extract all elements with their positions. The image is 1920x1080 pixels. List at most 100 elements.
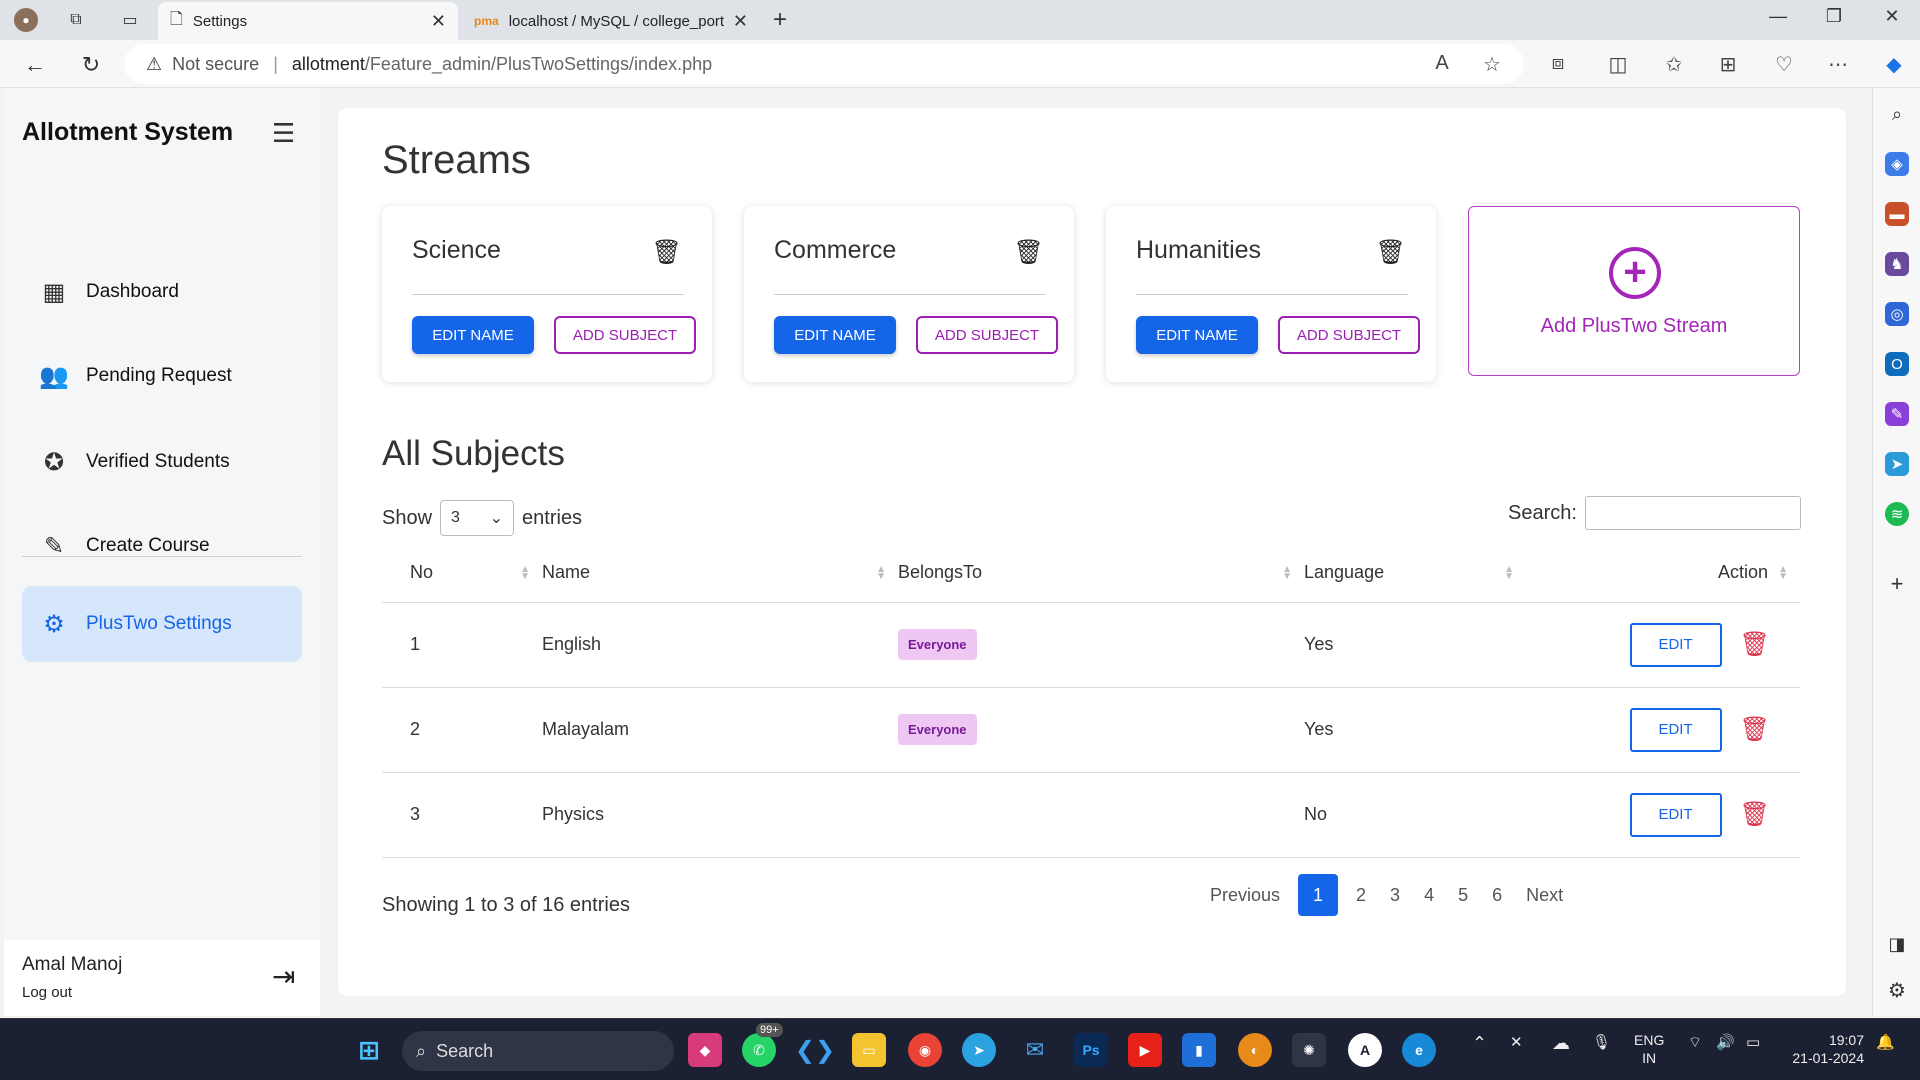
volume-icon[interactable]: 🔊 [1716,1033,1735,1051]
youtube-icon[interactable]: ▶ [1128,1033,1162,1067]
app-icon[interactable]: ▮ [1182,1033,1216,1067]
edit-name-button[interactable]: EDIT NAME [774,316,896,354]
logout-link[interactable]: Log out [22,984,72,1001]
file-explorer-icon[interactable]: ▭ [852,1033,886,1067]
restore-icon[interactable]: ❐ [1814,6,1854,27]
chatgpt-icon[interactable]: ✺ [1292,1033,1326,1067]
page-button-2[interactable]: 2 [1344,885,1378,906]
column-header-action[interactable]: Action ▲ ▼ [1526,544,1800,603]
next-page-button[interactable]: Next [1514,885,1575,906]
games-icon[interactable]: ♞ [1885,252,1909,276]
page-button-3[interactable]: 3 [1378,885,1412,906]
favorites-icon[interactable]: ✩ [1660,52,1688,77]
edit-button[interactable]: EDIT [1629,622,1722,667]
back-icon[interactable]: ← [20,52,50,78]
logout-icon[interactable]: ⇥ [272,960,295,993]
mail-icon[interactable]: ✉ [1018,1033,1052,1067]
delete-icon[interactable]: 🗑 [1740,800,1770,829]
extensions-icon[interactable]: ⧈ [1544,52,1572,75]
new-tab-icon[interactable]: + [768,6,792,33]
column-header-no[interactable]: No ▲ ▼ [382,544,542,603]
sidebar-item-pending-request[interactable]: 👥 Pending Request [22,346,302,406]
add-stream-card[interactable]: + Add PlusTwo Stream [1468,206,1800,376]
hide-sidebar-icon[interactable]: ◨ [1885,932,1909,956]
column-header-belongsto[interactable]: BelongsTo ▲ ▼ [898,544,1304,603]
app-store-icon[interactable]: A [1348,1033,1382,1067]
settings-gear-icon[interactable]: ⚙ [1885,978,1909,1002]
favorite-star-icon[interactable]: ☆ [1478,52,1506,77]
delete-icon[interactable]: 🗑 [1740,630,1770,659]
edit-name-button[interactable]: EDIT NAME [412,316,534,354]
edit-name-button[interactable]: EDIT NAME [1136,316,1258,354]
delete-icon[interactable]: 🗑 [1740,715,1770,744]
add-subject-button[interactable]: ADD SUBJECT [916,316,1058,354]
search-input[interactable] [1584,496,1801,530]
close-tab-icon[interactable]: ✕ [733,11,748,32]
column-header-name[interactable]: Name ▲ ▼ [542,544,898,603]
add-subject-button[interactable]: ADD SUBJECT [554,316,696,354]
language-indicator[interactable]: ENG IN [1634,1031,1664,1067]
page-button-6[interactable]: 6 [1480,885,1514,906]
close-tab-icon[interactable]: ✕ [431,11,446,32]
notification-bell-icon[interactable]: 🔔 [1876,1033,1895,1051]
entries-select[interactable]: 3 ⌄ [440,500,515,536]
page-button-1[interactable]: 1 [1298,874,1339,916]
refresh-icon[interactable]: ↻ [76,52,106,78]
search-icon[interactable]: ⌕ [1885,102,1909,126]
tab-settings[interactable]: 🗋 Settings ✕ [158,2,458,40]
sidebar-item-plustwo-settings[interactable]: ⚙ PlusTwo Settings [22,586,302,662]
chevron-up-icon[interactable]: ⌃ [1472,1033,1487,1054]
chrome-icon[interactable]: ◉ [908,1033,942,1067]
browser-essentials-icon[interactable]: ♡ [1770,52,1798,77]
edit-button[interactable]: EDIT [1629,707,1722,752]
battery-icon[interactable]: ▭ [1746,1033,1760,1051]
url-field[interactable]: ⚠ Not secure | allotment/Feature_admin/P… [124,44,1524,84]
column-header-language[interactable]: Language ▲ ▼ [1304,544,1526,603]
clock[interactable]: 19:07 21-01-2024 [1784,1031,1864,1067]
minimize-icon[interactable]: — [1758,6,1798,27]
spotify-icon[interactable]: ≋ [1885,502,1909,526]
delete-stream-icon[interactable]: 🗑 [1376,238,1406,267]
workspaces-icon[interactable]: ⧉ [64,8,88,32]
onedrive-icon[interactable]: ☁ [1552,1033,1570,1054]
previous-page-button[interactable]: Previous [1198,885,1292,906]
outlook-icon[interactable]: O [1885,352,1909,376]
copilot-icon[interactable]: ◆ [1880,52,1908,77]
edge-icon[interactable]: e [1402,1033,1436,1067]
tab-phpmyadmin[interactable]: pma localhost / MySQL / college_port ✕ [462,2,760,40]
page-button-5[interactable]: 5 [1446,885,1480,906]
tools-icon[interactable]: ▬ [1885,202,1909,226]
delete-stream-icon[interactable]: 🗑 [652,238,682,267]
more-menu-icon[interactable]: ⋯ [1824,52,1852,77]
security-tray-icon[interactable]: ✕ [1510,1033,1523,1051]
telegram-icon[interactable]: ➤ [962,1033,996,1067]
whatsapp-icon[interactable]: ✆ [742,1033,776,1067]
designer-icon[interactable]: ✎ [1885,402,1909,426]
send-icon[interactable]: ➤ [1885,452,1909,476]
microphone-icon[interactable]: 🎙 [1592,1033,1611,1051]
sidebar-item-dashboard[interactable]: ▦ Dashboard [22,262,302,322]
windows-start-icon[interactable]: ⊞ [352,1033,386,1067]
copilot-app-icon[interactable]: ◎ [1885,302,1909,326]
collections-icon[interactable]: ⊞ [1714,52,1742,77]
add-sidebar-app-icon[interactable]: + [1885,571,1909,596]
delete-stream-icon[interactable]: 🗑 [1014,238,1044,267]
tab-actions-icon[interactable]: ▭ [118,8,142,32]
add-subject-button[interactable]: ADD SUBJECT [1278,316,1420,354]
sidebar-item-create-course[interactable]: ✎ Create Course [22,516,302,576]
vscode-icon[interactable]: ❮❯ [795,1033,835,1067]
profile-avatar-icon[interactable]: ● [14,8,38,32]
close-window-icon[interactable]: ✕ [1872,6,1912,27]
edit-button[interactable]: EDIT [1629,792,1722,837]
photoshop-icon[interactable]: Ps [1074,1033,1108,1067]
brave-icon[interactable]: ◐ [1238,1033,1272,1067]
shopping-icon[interactable]: ◈ [1885,152,1909,176]
taskbar-search[interactable]: ⌕ Search [402,1031,674,1071]
page-button-4[interactable]: 4 [1412,885,1446,906]
sidebar-item-verified-students[interactable]: ✪ Verified Students [22,432,302,492]
hamburger-menu-icon[interactable]: ☰ [272,118,295,149]
read-aloud-icon[interactable]: A [1428,52,1456,75]
wifi-icon[interactable]: ⌔ [1688,1033,1702,1052]
split-screen-icon[interactable]: ◫ [1604,52,1632,77]
copilot-pre-icon[interactable]: ◆ [688,1033,722,1067]
